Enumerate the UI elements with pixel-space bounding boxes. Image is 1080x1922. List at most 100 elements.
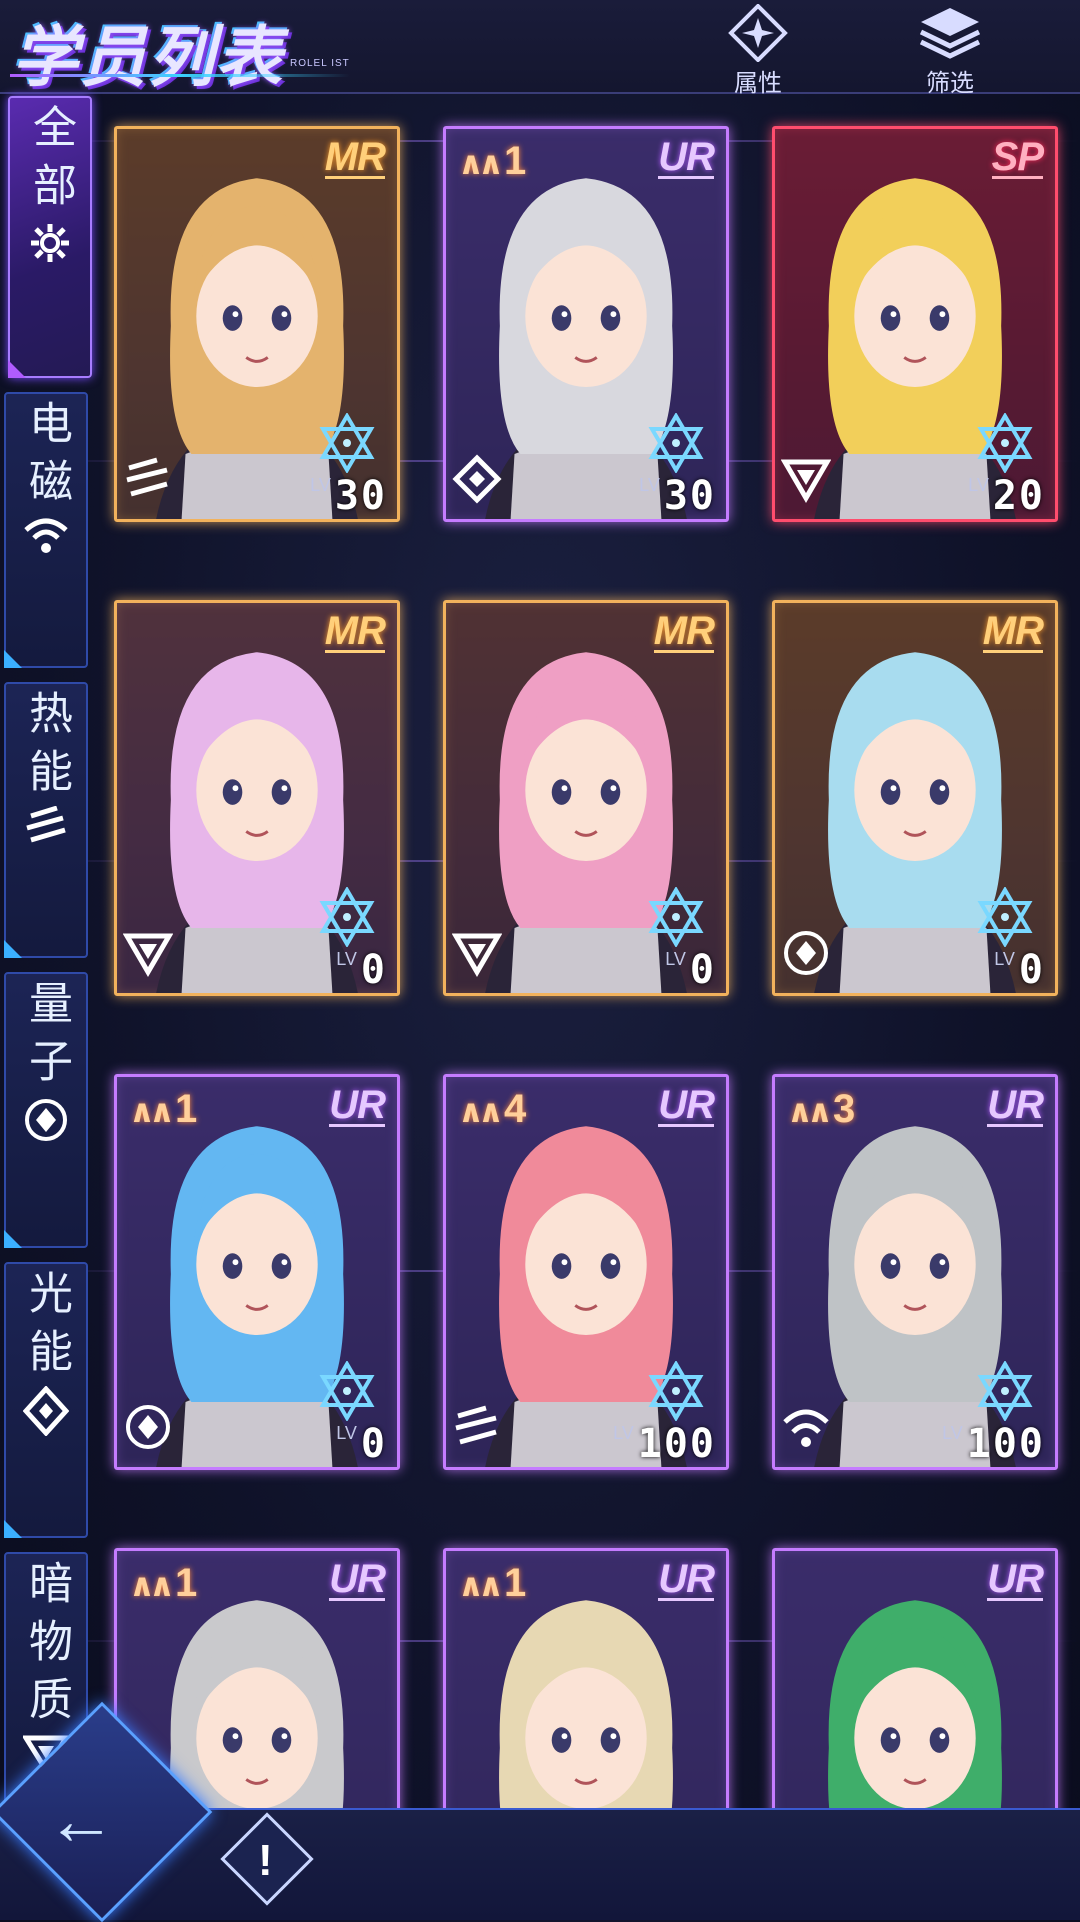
filter-button[interactable]: 筛选	[900, 0, 1000, 97]
level-value: 100	[966, 1421, 1045, 1467]
student-card[interactable]: UR ∧∧ 1 LV 30	[443, 126, 729, 522]
tab-corner-accent	[4, 1520, 22, 1538]
level-display: LV 0	[336, 1421, 387, 1467]
tab-corner-accent	[4, 650, 22, 668]
chevron-up-icon: ∧∧	[787, 1093, 833, 1129]
quantum-element-icon	[126, 1405, 170, 1449]
electromagnetic-icon	[24, 518, 68, 553]
awaken-rank: ∧∧ 1	[458, 139, 526, 184]
student-card[interactable]: UR ∧∧ 1 LV 0	[114, 1074, 400, 1470]
back-arrow-icon[interactable]: ←	[46, 1780, 116, 1860]
student-card[interactable]: SP LV 20	[772, 126, 1058, 522]
chevron-up-icon: ∧∧	[458, 1093, 504, 1129]
level-label: LV	[994, 949, 1015, 969]
rarity-badge: SP	[991, 135, 1044, 179]
tab-corner-accent	[4, 1230, 22, 1248]
tab-electromagnetic[interactable]: 电磁	[4, 392, 88, 668]
level-display: LV 0	[336, 947, 387, 993]
awaken-rank-number: 1	[174, 1561, 198, 1605]
all-icon	[31, 224, 69, 262]
awaken-rank: ∧∧ 3	[787, 1087, 855, 1132]
title-underline	[10, 74, 350, 77]
level-value: 30	[334, 473, 387, 519]
thermal-icon	[26, 806, 66, 843]
level-label: LV	[665, 949, 686, 969]
student-card[interactable]: MR LV 30	[114, 126, 400, 522]
level-display: LV 0	[994, 947, 1045, 993]
top-header: 学员列表 ROLEL IST 属性 筛选	[0, 0, 1080, 97]
rarity-badge: UR	[658, 1557, 715, 1601]
attribute-label: 属性	[734, 70, 782, 97]
tab-corner-accent	[4, 940, 22, 958]
student-card[interactable]: UR	[772, 1548, 1058, 1820]
awaken-rank: ∧∧ 1	[458, 1561, 526, 1606]
student-card[interactable]: MR LV 0	[114, 600, 400, 996]
rarity-badge: MR	[324, 135, 386, 179]
quantum-element-icon	[784, 931, 828, 975]
level-value: 30	[663, 473, 716, 519]
dark-matter-element-icon	[451, 933, 503, 977]
awaken-rank-number: 3	[832, 1087, 856, 1131]
dark-matter-element-icon	[122, 933, 174, 977]
chevron-up-icon: ∧∧	[458, 1567, 504, 1603]
attribute-button[interactable]: 属性	[708, 0, 808, 97]
level-value: 0	[360, 947, 387, 993]
tab-light-label: 光能	[22, 1270, 71, 1386]
element-badge	[780, 454, 832, 509]
awaken-rank-number: 4	[503, 1087, 527, 1131]
thermal-element-icon	[455, 1405, 497, 1445]
rarity-badge: UR	[329, 1557, 386, 1601]
rarity-badge: MR	[324, 609, 386, 653]
element-badge	[123, 454, 173, 509]
student-card[interactable]: MR LV 0	[443, 600, 729, 996]
awaken-rank: ∧∧ 1	[129, 1561, 197, 1606]
level-value: 20	[992, 473, 1045, 519]
student-card[interactable]: UR ∧∧ 3 LV 100	[772, 1074, 1058, 1470]
level-label: LV	[942, 1423, 963, 1443]
rarity-badge: UR	[987, 1557, 1044, 1601]
level-display: LV 0	[665, 947, 716, 993]
student-card[interactable]: MR LV 0	[772, 600, 1058, 996]
element-badge	[452, 1402, 502, 1457]
chevron-up-icon: ∧∧	[129, 1567, 175, 1603]
level-label: LV	[336, 949, 357, 969]
tab-all[interactable]: 全部	[8, 96, 92, 378]
chevron-up-icon: ∧∧	[129, 1093, 175, 1129]
tab-corner-accent	[8, 360, 26, 378]
rarity-badge: UR	[987, 1083, 1044, 1127]
element-filter-sidebar: 全部 电磁 热能 量子 光能 暗物质	[0, 92, 96, 1812]
hexagram-class-icon	[977, 1361, 1033, 1421]
thermal-element-icon	[126, 457, 168, 497]
level-display: LV 100	[613, 1421, 716, 1467]
electromagnetic-element-icon	[783, 1409, 829, 1447]
rarity-badge: UR	[658, 135, 715, 179]
tab-thermal-label: 热能	[22, 690, 71, 806]
tab-light[interactable]: 光能	[4, 1262, 88, 1538]
tab-electromagnetic-label: 电磁	[22, 400, 71, 516]
tab-all-label: 全部	[26, 104, 75, 220]
hexagram-class-icon	[648, 413, 704, 473]
element-badge	[123, 1402, 173, 1457]
level-label: LV	[639, 475, 660, 495]
rarity-badge: UR	[658, 1083, 715, 1127]
student-card[interactable]: UR ∧∧ 1	[443, 1548, 729, 1820]
hexagram-class-icon	[319, 1361, 375, 1421]
level-value: 100	[637, 1421, 716, 1467]
level-value: 0	[689, 947, 716, 993]
chevron-up-icon: ∧∧	[458, 145, 504, 181]
dark-matter-element-icon	[780, 459, 832, 503]
element-badge	[781, 928, 831, 983]
hexagram-class-icon	[319, 413, 375, 473]
light-element-icon	[452, 454, 502, 504]
awaken-rank: ∧∧ 1	[129, 1087, 197, 1132]
tab-thermal[interactable]: 热能	[4, 682, 88, 958]
tab-quantum[interactable]: 量子	[4, 972, 88, 1248]
rarity-badge: MR	[653, 609, 715, 653]
hexagram-class-icon	[648, 1361, 704, 1421]
tab-dark-matter-label: 暗物质	[22, 1560, 71, 1734]
page-subtitle: ROLEL IST	[290, 58, 350, 69]
level-label: LV	[968, 475, 989, 495]
awaken-rank-number: 1	[503, 139, 527, 183]
level-display: LV 100	[942, 1421, 1045, 1467]
student-card[interactable]: UR ∧∧ 4 LV 100	[443, 1074, 729, 1470]
